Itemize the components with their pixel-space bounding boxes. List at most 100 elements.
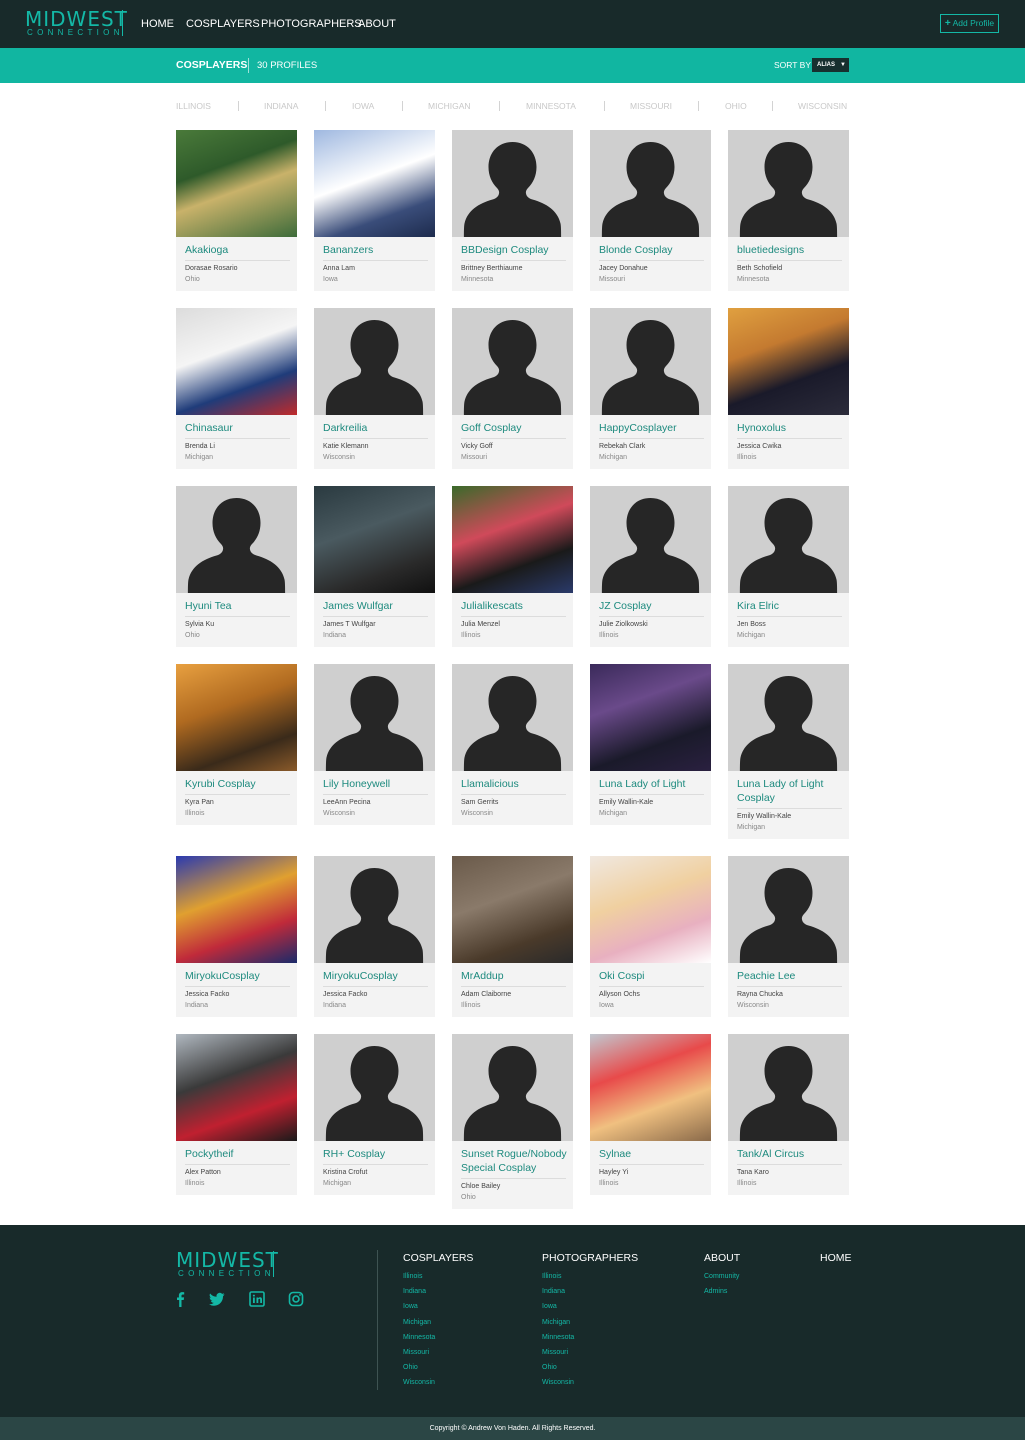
twitter-icon[interactable] bbox=[209, 1291, 225, 1307]
profile-card[interactable]: Luna Lady of Light Emily Wallin-Kale Michi… bbox=[590, 664, 711, 825]
profile-photo[interactable] bbox=[314, 130, 435, 237]
profile-card[interactable]: Tank/Al Circus Tana Karo Illinois bbox=[728, 1034, 849, 1195]
state-filter-wisconsin[interactable]: WISCONSIN bbox=[798, 101, 847, 111]
footer-cosplayers-heading[interactable]: COSPLAYERS bbox=[403, 1252, 473, 1264]
profile-card[interactable]: James Wulfgar James T Wulfgar Indiana bbox=[314, 486, 435, 647]
profile-card[interactable]: Goff Cosplay Vicky Goff Missouri bbox=[452, 308, 573, 469]
state-filter-minnesota[interactable]: MINNESOTA bbox=[526, 101, 576, 111]
avatar-placeholder-icon[interactable] bbox=[176, 486, 297, 593]
profile-card[interactable]: Peachie Lee Rayna Chucka Wisconsin bbox=[728, 856, 849, 1017]
nav-photographers[interactable]: PHOTOGRAPHERS bbox=[261, 17, 362, 31]
footer-link-photographers-minnesota[interactable]: Minnesota bbox=[542, 1333, 574, 1342]
avatar-placeholder-icon[interactable] bbox=[728, 130, 849, 237]
profile-card[interactable]: Lily Honeywell LeeAnn Pecina Wisconsin bbox=[314, 664, 435, 825]
profile-card[interactable]: MiryokuCosplay Jessica Facko Indiana bbox=[314, 856, 435, 1017]
profile-card[interactable]: Luna Lady of Light Cosplay Emily Wallin-K… bbox=[728, 664, 849, 839]
profile-photo[interactable] bbox=[590, 664, 711, 771]
footer-link-cosplayers-ohio[interactable]: Ohio bbox=[403, 1363, 418, 1372]
footer-link-cosplayers-michigan[interactable]: Michigan bbox=[403, 1318, 431, 1327]
profile-card[interactable]: bluetiedesigns Beth Schofield Minnesota bbox=[728, 130, 849, 291]
profile-alias[interactable]: Sunset Rogue/Nobody Special Cosplay bbox=[461, 1147, 567, 1175]
avatar-placeholder-icon[interactable] bbox=[314, 856, 435, 963]
profile-alias[interactable]: Blonde Cosplay bbox=[599, 243, 705, 257]
profile-card[interactable]: Sunset Rogue/Nobody Special Cosplay Chloe… bbox=[452, 1034, 573, 1209]
avatar-placeholder-icon[interactable] bbox=[314, 664, 435, 771]
profile-photo[interactable] bbox=[176, 856, 297, 963]
avatar-placeholder-icon[interactable] bbox=[452, 308, 573, 415]
profile-photo[interactable] bbox=[590, 1034, 711, 1141]
state-filter-iowa[interactable]: IOWA bbox=[352, 101, 374, 111]
footer-link-photographers-michigan[interactable]: Michigan bbox=[542, 1318, 570, 1327]
profile-alias[interactable]: Hyuni Tea bbox=[185, 599, 291, 613]
profile-alias[interactable]: Goff Cosplay bbox=[461, 421, 567, 435]
profile-card[interactable]: Darkreilia Katie Klemann Wisconsin bbox=[314, 308, 435, 469]
avatar-placeholder-icon[interactable] bbox=[314, 1034, 435, 1141]
profile-alias[interactable]: MiryokuCosplay bbox=[323, 969, 429, 983]
profile-alias[interactable]: Oki Cospi bbox=[599, 969, 705, 983]
avatar-placeholder-icon[interactable] bbox=[590, 486, 711, 593]
footer-link-cosplayers-missouri[interactable]: Missouri bbox=[403, 1348, 429, 1357]
profile-alias[interactable]: Luna Lady of Light bbox=[599, 777, 705, 791]
avatar-placeholder-icon[interactable] bbox=[452, 664, 573, 771]
footer-link-photographers-indiana[interactable]: Indiana bbox=[542, 1287, 565, 1296]
profile-card[interactable]: Pockytheif Alex Patton Illinois bbox=[176, 1034, 297, 1195]
profile-photo[interactable] bbox=[176, 308, 297, 415]
state-filter-michigan[interactable]: MICHIGAN bbox=[428, 101, 471, 111]
profile-card[interactable]: Akakioga Dorasae Rosario Ohio bbox=[176, 130, 297, 291]
profile-card[interactable]: JZ Cosplay Julie Ziolkowski Illinois bbox=[590, 486, 711, 647]
profile-alias[interactable]: Darkreilia bbox=[323, 421, 429, 435]
profile-card[interactable]: Oki Cospi Allyson Ochs Iowa bbox=[590, 856, 711, 1017]
footer-link-photographers-illinois[interactable]: Illinois bbox=[542, 1272, 561, 1281]
avatar-placeholder-icon[interactable] bbox=[728, 1034, 849, 1141]
avatar-placeholder-icon[interactable] bbox=[590, 308, 711, 415]
footer-link-about-admins[interactable]: Admins bbox=[704, 1287, 727, 1296]
profile-photo[interactable] bbox=[176, 1034, 297, 1141]
profile-card[interactable]: RH+ Cosplay Kristina Crofut Michigan bbox=[314, 1034, 435, 1195]
profile-photo[interactable] bbox=[176, 664, 297, 771]
profile-card[interactable]: HappyCosplayer Rebekah Clark Michigan bbox=[590, 308, 711, 469]
profile-alias[interactable]: Bananzers bbox=[323, 243, 429, 257]
avatar-placeholder-icon[interactable] bbox=[728, 664, 849, 771]
footer-link-cosplayers-wisconsin[interactable]: Wisconsin bbox=[403, 1378, 435, 1387]
profile-photo[interactable] bbox=[452, 486, 573, 593]
profile-card[interactable]: Llamalicious Sam Gerrits Wisconsin bbox=[452, 664, 573, 825]
profile-alias[interactable]: RH+ Cosplay bbox=[323, 1147, 429, 1161]
avatar-placeholder-icon[interactable] bbox=[728, 856, 849, 963]
profile-card[interactable]: Kyrubi Cosplay Kyra Pan Illinois bbox=[176, 664, 297, 825]
add-profile-button[interactable]: + Add Profile bbox=[940, 14, 999, 33]
profile-card[interactable]: BBDesign Cosplay Brittney Berthiaume Minne… bbox=[452, 130, 573, 291]
sort-select[interactable]: ALIAS ▼ bbox=[812, 58, 849, 72]
profile-alias[interactable]: Pockytheif bbox=[185, 1147, 291, 1161]
profile-alias[interactable]: Kyrubi Cosplay bbox=[185, 777, 291, 791]
avatar-placeholder-icon[interactable] bbox=[314, 308, 435, 415]
footer-link-cosplayers-indiana[interactable]: Indiana bbox=[403, 1287, 426, 1296]
profile-alias[interactable]: Peachie Lee bbox=[737, 969, 843, 983]
footer-logo[interactable]: MIDWEST CONNECTION bbox=[176, 1250, 278, 1278]
profile-alias[interactable]: Akakioga bbox=[185, 243, 291, 257]
state-filter-indiana[interactable]: INDIANA bbox=[264, 101, 298, 111]
profile-alias[interactable]: Llamalicious bbox=[461, 777, 567, 791]
profile-card[interactable]: Blonde Cosplay Jacey Donahue Missouri bbox=[590, 130, 711, 291]
instagram-icon[interactable] bbox=[288, 1291, 304, 1307]
avatar-placeholder-icon[interactable] bbox=[452, 1034, 573, 1141]
footer-link-cosplayers-illinois[interactable]: Illinois bbox=[403, 1272, 422, 1281]
profile-card[interactable]: Chinasaur Brenda Li Michigan bbox=[176, 308, 297, 469]
profile-alias[interactable]: BBDesign Cosplay bbox=[461, 243, 567, 257]
footer-link-photographers-missouri[interactable]: Missouri bbox=[542, 1348, 568, 1357]
footer-link-photographers-ohio[interactable]: Ohio bbox=[542, 1363, 557, 1372]
profile-card[interactable]: Kira Elric Jen Boss Michigan bbox=[728, 486, 849, 647]
profile-card[interactable]: MrAddup Adam Claiborne Illinois bbox=[452, 856, 573, 1017]
profile-photo[interactable] bbox=[590, 856, 711, 963]
profile-alias[interactable]: MiryokuCosplay bbox=[185, 969, 291, 983]
profile-photo[interactable] bbox=[314, 486, 435, 593]
footer-photographers-heading[interactable]: PHOTOGRAPHERS bbox=[542, 1252, 638, 1264]
avatar-placeholder-icon[interactable] bbox=[590, 130, 711, 237]
avatar-placeholder-icon[interactable] bbox=[452, 130, 573, 237]
profile-card[interactable]: MiryokuCosplay Jessica Facko Indiana bbox=[176, 856, 297, 1017]
state-filter-ohio[interactable]: OHIO bbox=[725, 101, 747, 111]
profile-alias[interactable]: Tank/Al Circus bbox=[737, 1147, 843, 1161]
logo[interactable]: MIDWEST CONNECTION bbox=[25, 9, 127, 37]
linkedin-icon[interactable] bbox=[249, 1291, 265, 1307]
profile-card[interactable]: Bananzers Anna Lam Iowa bbox=[314, 130, 435, 291]
footer-link-about-community[interactable]: Community bbox=[704, 1272, 739, 1281]
